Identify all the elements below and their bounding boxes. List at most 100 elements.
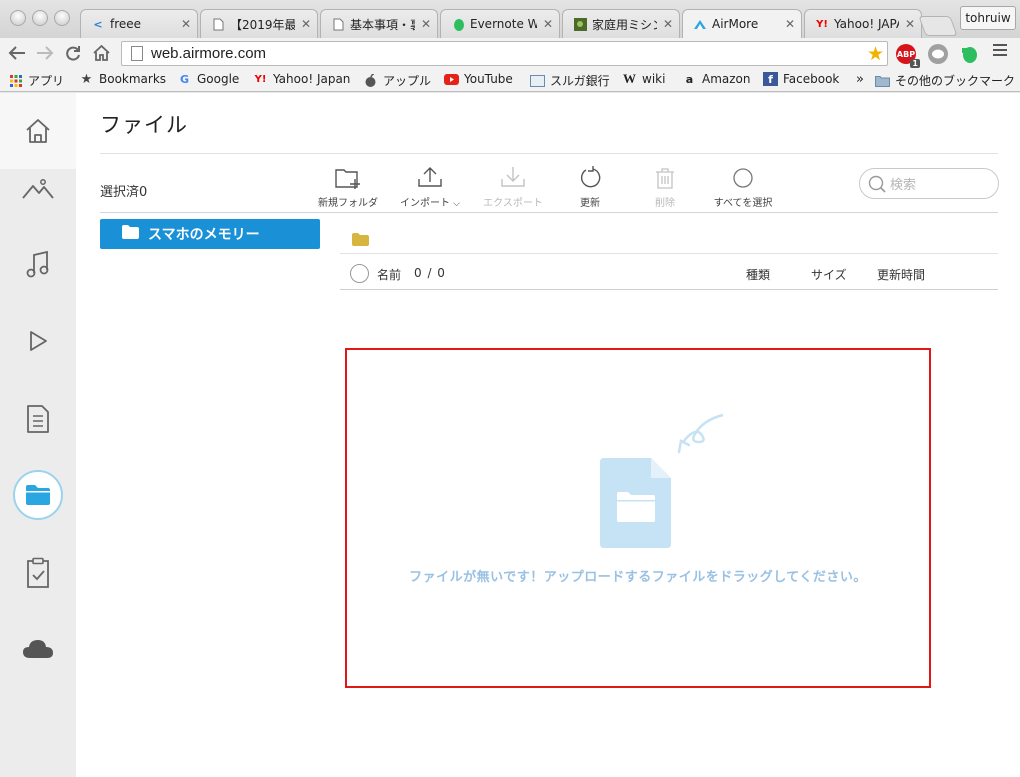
tab-title: Evernote Wel: [470, 17, 537, 31]
circle-checkbox-icon: [733, 168, 753, 188]
bookmark-facebook[interactable]: f Facebook: [763, 72, 839, 86]
bookmark-suruga[interactable]: スルガ銀行: [530, 72, 610, 89]
play-icon: [30, 331, 47, 351]
apple-icon: [363, 74, 378, 88]
new-folder-button[interactable]: 新規フォルダ: [308, 163, 388, 209]
bookmark-apps[interactable]: アプリ: [8, 72, 64, 89]
arrow-right-icon: [37, 46, 54, 60]
browser-menu-icon[interactable]: [993, 44, 1007, 59]
bookmark-label: Amazon: [702, 72, 751, 86]
folder-icon: [26, 485, 50, 505]
bookmark-yahoo[interactable]: Y! Yahoo! Japan: [253, 72, 351, 86]
chevron-down-icon: ⌵: [453, 199, 460, 209]
select-all-checkbox[interactable]: [350, 264, 369, 283]
select-all-button[interactable]: すべてを選択: [703, 163, 783, 209]
column-name[interactable]: 名前: [377, 266, 401, 283]
browser-tab[interactable]: 基本事項・裏 ✕: [320, 9, 438, 38]
new-tab-button[interactable]: [918, 16, 958, 36]
home-button[interactable]: [90, 41, 112, 65]
yahoo-icon: Y!: [254, 73, 267, 85]
tab-title: 家庭用ミシン: [592, 17, 657, 32]
file-drop-zone[interactable]: ファイルが無いです！アップロードするファイルをドラッグしてください。: [345, 348, 931, 688]
reload-button[interactable]: [62, 41, 84, 65]
close-icon[interactable]: ✕: [421, 17, 431, 31]
upload-icon: [418, 167, 442, 187]
column-modified[interactable]: 更新時間: [877, 266, 925, 283]
browser-tab[interactable]: 【2019年最新 ✕: [200, 9, 318, 38]
sidebar-item-files[interactable]: [0, 457, 76, 533]
close-icon[interactable]: ✕: [301, 17, 311, 31]
close-window-button[interactable]: [10, 10, 26, 26]
browser-toolbar: web.airmore.com ★ ABP 1: [0, 38, 1020, 68]
home-icon: [26, 119, 50, 143]
yahoo-favicon-icon: Y!: [816, 18, 828, 30]
column-size[interactable]: サイズ: [811, 266, 847, 283]
close-icon[interactable]: ✕: [785, 17, 795, 31]
bookmark-wiki[interactable]: W wiki: [622, 71, 665, 86]
browser-tab[interactable]: Evernote Wel ✕: [440, 9, 560, 38]
phone-memory-label: スマホのメモリー: [148, 227, 260, 243]
bookmark-google[interactable]: G Google: [177, 72, 239, 86]
breadcrumb-folder-icon[interactable]: [352, 231, 369, 250]
line-extension-icon[interactable]: [928, 44, 948, 64]
download-icon: [501, 167, 525, 187]
bookmark-amazon[interactable]: a Amazon: [682, 72, 751, 86]
reload-icon: [66, 46, 80, 61]
file-count: 0 / 0: [414, 266, 446, 280]
music-icon: [26, 251, 49, 278]
phone-memory-button[interactable]: スマホのメモリー: [100, 219, 320, 249]
browser-tab[interactable]: Y! Yahoo! JAPAN ✕: [804, 9, 922, 38]
browser-tab[interactable]: < freee ✕: [80, 9, 198, 38]
search-input[interactable]: 検索: [859, 168, 999, 199]
browser-tab[interactable]: 家庭用ミシン ✕: [562, 9, 680, 38]
zoom-window-button[interactable]: [54, 10, 70, 26]
page-title: ファイル: [100, 113, 188, 137]
refresh-icon: [580, 166, 601, 188]
column-type[interactable]: 種類: [746, 266, 770, 283]
page-icon: [211, 17, 225, 31]
sidebar-item-videos[interactable]: [0, 303, 76, 379]
adblock-badge: 1: [910, 59, 920, 68]
close-icon[interactable]: ✕: [905, 17, 915, 31]
minimize-window-button[interactable]: [32, 10, 48, 26]
bookmark-youtube[interactable]: YouTube: [444, 72, 513, 86]
refresh-button[interactable]: 更新: [550, 163, 630, 209]
facebook-icon: f: [763, 72, 778, 86]
close-icon[interactable]: ✕: [663, 17, 673, 31]
sidebar-item-clipboard[interactable]: [0, 535, 76, 611]
browser-tab-active[interactable]: AirMore ✕: [682, 9, 802, 38]
adblock-plus-icon[interactable]: ABP 1: [896, 44, 920, 68]
tab-title: AirMore: [712, 17, 759, 31]
close-icon[interactable]: ✕: [543, 17, 553, 31]
empty-message: ファイルが無いです！アップロードするファイルをドラッグしてください。: [409, 570, 867, 585]
sidebar-item-cloud[interactable]: [0, 611, 76, 687]
selected-count: 選択済0: [100, 185, 148, 200]
tab-title: freee: [110, 17, 142, 31]
divider: [340, 289, 998, 290]
close-icon[interactable]: ✕: [181, 17, 191, 31]
address-bar[interactable]: web.airmore.com ★: [121, 41, 888, 66]
bookmark-apple[interactable]: アップル: [363, 72, 431, 89]
profile-button[interactable]: tohruiw: [960, 6, 1016, 30]
bookmark-bookmarks[interactable]: ★ Bookmarks: [79, 72, 166, 87]
image-favicon-icon: [573, 17, 587, 31]
other-bookmarks-folder[interactable]: その他のブックマーク: [875, 72, 1015, 89]
mountain-icon: [22, 179, 54, 199]
sidebar-item-music[interactable]: [0, 227, 76, 303]
import-button[interactable]: インポート ⌵: [390, 163, 470, 209]
back-button[interactable]: [6, 41, 28, 65]
sidebar-item-photos[interactable]: [0, 151, 76, 227]
sidebar-item-documents[interactable]: [0, 381, 76, 457]
apps-grid-icon: [8, 74, 23, 88]
new-folder-label: 新規フォルダ: [318, 198, 378, 209]
tab-title: 【2019年最新: [230, 17, 295, 32]
bookmarks-overflow-button[interactable]: »: [856, 72, 864, 87]
bookmark-star-icon[interactable]: ★: [867, 43, 884, 65]
folder-icon: [875, 74, 890, 88]
tab-title: 基本事項・裏: [350, 17, 415, 32]
evernote-elephant-icon: [962, 47, 977, 63]
export-button[interactable]: エクスポート: [473, 163, 553, 209]
delete-button[interactable]: 削除: [625, 163, 705, 209]
forward-button[interactable]: [34, 41, 56, 65]
evernote-extension-icon[interactable]: [959, 44, 979, 64]
